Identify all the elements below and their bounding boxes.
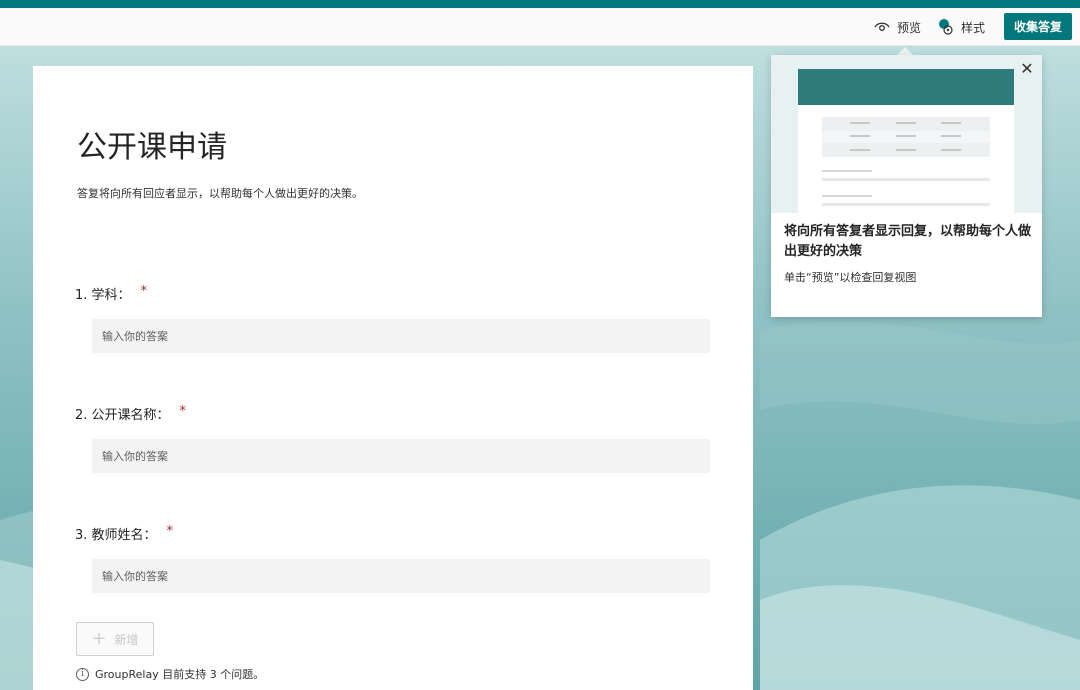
style-label: 样式 — [961, 20, 986, 35]
question-1-text: 1. 学科： — [75, 288, 131, 303]
question-3-input[interactable]: 输入你的答案 — [92, 559, 710, 593]
form-card: 公开课申请 答复将向所有回应者显示，以帮助每个人做出更好的决策。 1. 学科： … — [33, 66, 753, 690]
required-marker: * — [179, 404, 187, 419]
tip-title: 将向所有答复者显示回复，以帮助每个人做出更好的决策 — [784, 224, 1032, 259]
add-question-label: 新增 — [114, 632, 139, 647]
add-question-button[interactable]: + 新增 — [76, 622, 154, 656]
question-2: 2. 公开课名称： * 输入你的答案 — [75, 404, 715, 473]
close-icon[interactable]: ✕ — [1018, 60, 1036, 78]
form-description[interactable]: 答复将向所有回应者显示，以帮助每个人做出更好的决策。 — [77, 185, 363, 201]
question-3: 3. 教师姓名： * 输入你的答案 — [75, 524, 715, 593]
info-icon: i — [76, 667, 89, 681]
preview-illustration — [771, 55, 1042, 213]
question-2-text: 2. 公开课名称： — [75, 408, 170, 423]
top-accent-strip — [0, 0, 1080, 8]
preview-label: 预览 — [897, 20, 922, 35]
palette-icon — [939, 19, 953, 35]
question-3-text: 3. 教师姓名： — [75, 528, 157, 543]
question-2-label: 2. 公开课名称： * — [75, 404, 715, 423]
preview-tip-callout: ✕ 将向所有答复者显示回复，以帮助每个人做出更好的决策 单击“预览”以检查回复视… — [771, 55, 1042, 317]
question-2-input[interactable]: 输入你的答案 — [92, 439, 710, 473]
eye-icon — [874, 22, 890, 31]
tooltip-arrow — [897, 47, 913, 55]
question-limit-info: i GroupRelay 目前支持 3 个问题。 — [76, 666, 264, 682]
info-text: GroupRelay 目前支持 3 个问题。 — [95, 668, 265, 681]
tip-subtitle: 单击“预览”以检查回复视图 — [784, 271, 917, 284]
question-1-label: 1. 学科： * — [75, 284, 715, 303]
form-title[interactable]: 公开课申请 — [77, 122, 227, 166]
style-button[interactable]: 样式 — [937, 8, 985, 46]
question-3-label: 3. 教师姓名： * — [75, 524, 715, 543]
collect-responses-button[interactable]: 收集答复 — [1004, 13, 1072, 40]
preview-button[interactable]: 预览 — [873, 8, 921, 46]
question-1: 1. 学科： * 输入你的答案 — [75, 284, 715, 353]
top-toolbar: 预览 样式 收集答复 — [0, 8, 1080, 46]
required-marker: * — [140, 284, 148, 299]
plus-icon: + — [91, 628, 107, 649]
required-marker: * — [166, 524, 174, 539]
question-1-input[interactable]: 输入你的答案 — [92, 319, 710, 353]
